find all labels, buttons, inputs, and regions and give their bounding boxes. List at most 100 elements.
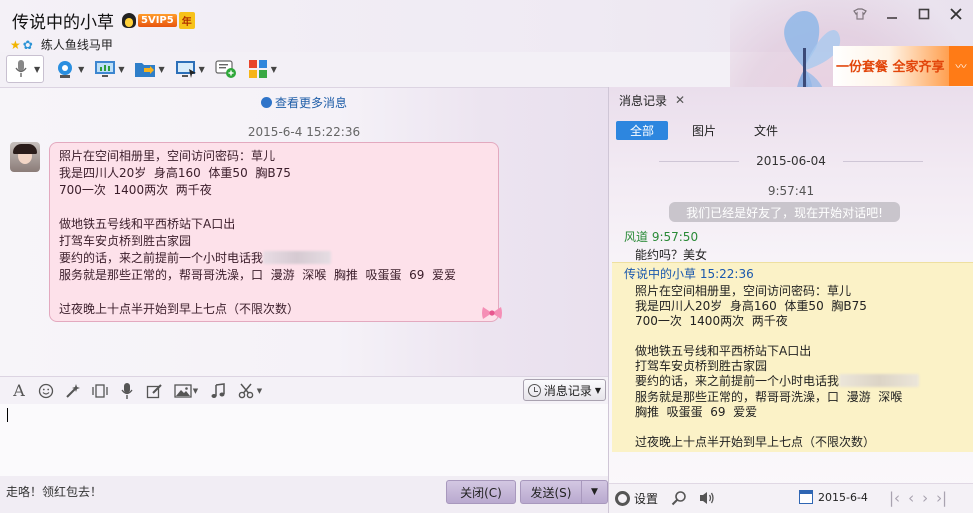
ad-text: 一份套餐 全家齐享 <box>836 60 945 75</box>
music-icon[interactable] <box>209 382 227 400</box>
next-page-icon[interactable]: › <box>922 489 928 507</box>
qq-penguin-icon <box>122 12 136 28</box>
tab-message-record[interactable]: 消息记录 ✕ <box>609 87 687 113</box>
prev-page-icon[interactable]: ‹ <box>908 489 914 507</box>
skin-icon[interactable] <box>851 6 869 22</box>
chevron-down-icon[interactable]: ▼ <box>118 65 124 74</box>
vip-year: 年 <box>178 11 195 29</box>
message-line: 700一次 1400两次 两千夜 <box>59 183 212 197</box>
chevron-down-icon[interactable]: ▼ <box>271 65 277 74</box>
voice-message-icon[interactable] <box>118 382 136 400</box>
chevron-down-icon[interactable]: ▼ <box>34 65 40 74</box>
filter-tab-images[interactable]: 图片 <box>678 121 730 140</box>
send-button-label: 发送(S) <box>530 485 572 500</box>
font-icon[interactable]: A <box>10 381 28 400</box>
screen-share-button[interactable]: ▼ <box>94 58 124 80</box>
history-time: 9:57:41 <box>767 184 815 198</box>
shake-window-icon[interactable] <box>91 382 109 400</box>
image-icon[interactable]: ▼ <box>172 382 200 400</box>
minimize-icon[interactable] <box>883 6 901 22</box>
send-options-chevron-icon[interactable]: ▼ <box>582 487 607 497</box>
chevron-down-icon[interactable]: ▼ <box>78 65 84 74</box>
close-button[interactable]: 关闭(C) <box>446 480 516 504</box>
filter-tab-all[interactable]: 全部 <box>616 121 668 140</box>
file-transfer-button[interactable]: ▼ <box>134 58 165 80</box>
history-message: 能约吗？美女 <box>635 248 708 262</box>
video-icon <box>54 58 76 80</box>
microphone-icon <box>10 58 32 80</box>
edit-icon[interactable] <box>145 382 163 400</box>
send-button[interactable]: 发送(S) ▼ <box>520 480 608 504</box>
view-more-messages-link[interactable]: 查看更多消息 <box>0 94 608 111</box>
message-line-with-redaction: 要约的话，来之前提前一个小时电话我 <box>635 374 920 389</box>
add-apps-button[interactable] <box>215 58 237 80</box>
input-toolbar: A ▼ ▼ 消息记录 ▼ <box>0 376 608 404</box>
chat-toolbar: ▼ ▼ ▼ ▼ ▼ ▼ <box>0 52 760 86</box>
chevron-down-icon[interactable]: ▼ <box>199 65 205 74</box>
screenshot-scissors-icon[interactable]: ▼ <box>236 382 264 400</box>
avatar[interactable] <box>10 142 40 172</box>
message-input[interactable] <box>0 404 608 476</box>
close-button-label: 关闭(C) <box>460 485 502 500</box>
message-line: 700一次 1400两次 两千夜 <box>635 314 788 329</box>
star-icon[interactable]: ★ <box>10 38 21 52</box>
gear-icon <box>615 491 630 506</box>
history-date-separator: 2015-06-04 <box>609 154 973 168</box>
system-message: 我们已经是好友了，现在开始对话吧! <box>669 202 900 222</box>
vip-badge[interactable]: 5VIP5 年 <box>122 11 195 29</box>
first-page-icon[interactable]: |‹ <box>889 489 900 507</box>
red-packet-hint-link[interactable]: 走咯！领红包去！ <box>6 483 102 500</box>
history-bottom-bar: 设置 2015-6-4 |‹ ‹ › ›| <box>609 483 973 513</box>
video-button[interactable]: ▼ <box>54 58 84 80</box>
message-line: 照片在空间相册里，空间访问密码：草儿 <box>635 284 852 298</box>
tab-label: 消息记录 <box>619 93 668 108</box>
microphone-button[interactable]: ▼ <box>6 55 45 83</box>
app-center-button[interactable]: ▼ <box>247 58 277 80</box>
maximize-icon[interactable] <box>915 6 933 22</box>
folder-icon <box>134 58 156 80</box>
message-history-panel: 消息记录 ✕ 全部 图片 文件 2015-06-04 9:57:41 我们已经是… <box>609 87 973 513</box>
ad-wave-icon: 〰 <box>949 46 973 86</box>
send-bar: 走咯！领红包去！ 关闭(C) 发送(S) ▼ <box>0 476 608 513</box>
clock-icon <box>527 383 541 397</box>
history-sender: 风道 9:57:50 <box>624 230 699 244</box>
message-line: 服务就是那些正常的，帮哥哥洗澡，口 漫游 深喉 胸推 吸蛋蛋 69 爱爱 <box>59 268 457 282</box>
remote-desktop-button[interactable]: ▼ <box>175 58 205 80</box>
message-line: 过夜晚上十点半开始到早上七点（不限次数） <box>635 434 876 449</box>
close-tab-icon[interactable]: ✕ <box>675 93 685 107</box>
view-more-messages-label: 查看更多消息 <box>274 96 347 110</box>
settings-label: 设置 <box>634 492 659 506</box>
add-chat-icon <box>215 58 237 80</box>
filter-tab-files[interactable]: 文件 <box>740 121 792 140</box>
ad-banner[interactable]: 一份套餐 全家齐享 〰 <box>833 46 973 86</box>
text-cursor <box>7 408 8 422</box>
message-line: 胸推 吸蛋蛋 69 爱爱 <box>635 404 758 419</box>
chat-messages-area[interactable]: 查看更多消息 2015-6-4 15:22:36 照片在空间相册里，空间访问密码… <box>0 87 608 376</box>
calendar-icon <box>799 490 813 504</box>
message-line: 我是四川人20岁 身高160 体重50 胸B75 <box>635 299 867 314</box>
search-icon[interactable] <box>671 490 687 506</box>
message-bubble: 照片在空间相册里，空间访问密码：草儿 我是四川人20岁 身高160 体重50 胸… <box>49 142 499 322</box>
message-line: 打驾车安贞桥到胜古家园 <box>635 359 768 374</box>
contact-name: 传说中的小草 <box>12 13 114 33</box>
magic-wand-icon[interactable] <box>64 382 82 400</box>
close-icon[interactable] <box>947 6 965 22</box>
message-line <box>59 284 489 301</box>
message-record-button[interactable]: 消息记录 ▼ <box>522 379 606 401</box>
message-line: 我是四川人20岁 身高160 体重50 胸B75 <box>59 166 291 180</box>
speaker-icon[interactable] <box>699 490 715 506</box>
message-line: 过夜晚上十点半开始到早上七点（不限次数） <box>59 302 300 316</box>
emoji-icon[interactable] <box>37 382 55 400</box>
date-picker[interactable]: 2015-6-4 <box>799 490 868 504</box>
chevron-down-icon[interactable]: ▼ <box>158 65 164 74</box>
date-picker-value: 2015-6-4 <box>818 490 868 504</box>
settings-button[interactable]: 设置 <box>615 490 658 507</box>
history-message: 照片在空间相册里，空间访问密码：草儿 我是四川人20岁 身高160 体重50 胸… <box>635 284 920 450</box>
last-page-icon[interactable]: ›| <box>936 489 947 507</box>
bow-icon <box>482 307 502 319</box>
message-timestamp: 2015-6-4 15:22:36 <box>247 125 361 139</box>
message-line: 要约的话，来之前提前一个小时电话我 <box>59 251 264 265</box>
message-line: 要约的话，来之前提前一个小时电话我 <box>635 374 840 389</box>
message-line <box>59 199 489 216</box>
qzone-icon[interactable]: ✿ <box>23 38 33 52</box>
